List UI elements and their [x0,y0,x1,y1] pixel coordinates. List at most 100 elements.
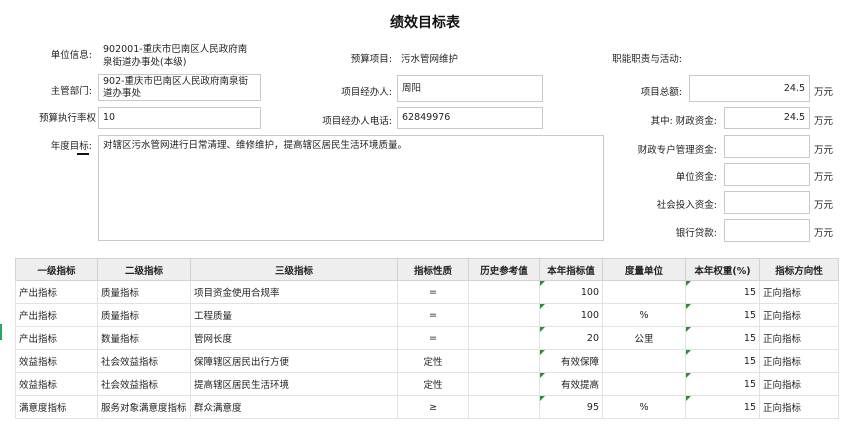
cell-weight[interactable]: 15 [685,372,760,396]
cell-nature[interactable]: ≥ [397,395,469,419]
cell-level1: 产出指标 [15,303,98,327]
cell-level3[interactable]: 工程质量 [190,303,398,327]
special-fund-field[interactable] [724,135,810,158]
cell-level3[interactable]: 管网长度 [190,326,398,350]
cell-weight[interactable]: 15 [685,395,760,419]
table-header-row: 一级指标 二级指标 三级指标 指标性质 历史参考值 本年指标值 度量单位 本年权… [15,258,839,281]
unit-fund-unit: 万元 [814,172,834,183]
header-unit: 度量单位 [602,258,686,281]
cell-level3[interactable]: 提高辖区居民生活环境 [190,372,398,396]
header-history: 历史参考值 [468,258,540,281]
cell-level1: 效益指标 [15,372,98,396]
cell-level2: 服务对象满意度指标 [97,395,191,419]
cell-weight[interactable]: 15 [685,349,760,373]
manager-label: 项目经办人: [341,87,392,98]
cell-direction[interactable]: 正向指标 [759,395,839,419]
dept-field[interactable]: 902-重庆市巴南区人民政府南泉街道办事处 [98,74,261,101]
cell-direction[interactable]: 正向指标 [759,303,839,327]
total-label: 项目总额: [640,87,682,98]
social-fund-label: 社会投入资金: [656,200,717,211]
table-row: 效益指标 社会效益指标 提高辖区居民生活环境 定性 有效提高 15 正向指标 [15,372,839,396]
cell-history[interactable] [468,349,540,373]
table-row: 效益指标 社会效益指标 保障辖区居民出行方便 定性 有效保障 15 正向指标 [15,349,839,373]
cell-level1: 产出指标 [15,326,98,350]
phone-field[interactable]: 62849976 [397,107,543,129]
header-level1: 一级指标 [15,258,98,281]
cell-target[interactable]: 100 [539,280,603,304]
cell-unit[interactable] [602,372,686,396]
cell-unit[interactable]: % [602,303,686,327]
cell-level1: 满意度指标 [15,395,98,419]
cell-unit[interactable] [602,349,686,373]
cell-nature[interactable]: = [397,326,469,350]
cell-level1: 效益指标 [15,349,98,373]
table-row: 产出指标 质量指标 项目资金使用合规率 = 100 15 正向指标 [15,280,839,304]
cell-level2: 质量指标 [97,280,191,304]
project-value: 污水管网维护 [401,54,459,65]
cell-unit[interactable]: 公里 [602,326,686,350]
table-row: 产出指标 数量指标 管网长度 = 20 公里 15 正向指标 [15,326,839,350]
cell-unit[interactable]: % [602,395,686,419]
cell-nature[interactable]: 定性 [397,349,469,373]
cell-target[interactable]: 有效提高 [539,372,603,396]
page-title: 绩效目标表 [390,15,460,31]
text-cursor-mark [77,153,89,155]
cell-nature[interactable]: = [397,280,469,304]
table-row: 满意度指标 服务对象满意度指标 群众满意度 ≥ 95 % 15 正向指标 [15,395,839,419]
unit-fund-field[interactable] [724,163,810,186]
budget-rate-label: 预算执行率权 [38,113,96,124]
cell-level3[interactable]: 项目资金使用合规率 [190,280,398,304]
unit-fund-label: 单位资金: [675,172,717,183]
total-amount-field[interactable]: 24.5 [689,75,810,102]
cell-target[interactable]: 有效保障 [539,349,603,373]
dept-label: 主管部门: [50,86,92,97]
bank-loan-label: 银行贷款: [675,228,717,239]
indicator-table: 一级指标 二级指标 三级指标 指标性质 历史参考值 本年指标值 度量单位 本年权… [15,258,839,419]
fiscal-fund-field[interactable]: 24.5 [724,107,810,129]
social-fund-field[interactable] [724,191,810,214]
cell-target[interactable]: 100 [539,303,603,327]
header-target: 本年指标值 [539,258,603,281]
cell-direction[interactable]: 正向指标 [759,349,839,373]
fiscal-unit: 万元 [814,116,834,127]
header-weight: 本年权重(%) [685,258,760,281]
cell-history[interactable] [468,395,540,419]
cell-weight[interactable]: 15 [685,280,760,304]
cell-weight[interactable]: 15 [685,326,760,350]
header-level2: 二级指标 [97,258,191,281]
budget-rate-field[interactable]: 10 [98,107,261,129]
manager-field[interactable]: 周阳 [397,75,543,102]
cell-unit[interactable] [602,280,686,304]
cell-level2: 社会效益指标 [97,349,191,373]
special-fund-label: 财政专户管理资金: [637,145,717,156]
phone-label: 项目经办人电话: [322,116,392,127]
cell-level3[interactable]: 群众满意度 [190,395,398,419]
cell-history[interactable] [468,303,540,327]
cell-direction[interactable]: 正向指标 [759,326,839,350]
unit-info-field[interactable]: 902001-重庆市巴南区人民政府南泉街道办事处(本级) [98,42,261,71]
bank-loan-unit: 万元 [814,228,834,239]
cell-target[interactable]: 20 [539,326,603,350]
annual-goal-label: 年度目标: [50,141,92,152]
cell-nature[interactable]: = [397,303,469,327]
project-label: 预算项目: [350,54,392,65]
special-unit: 万元 [814,145,834,156]
cell-level3[interactable]: 保障辖区居民出行方便 [190,349,398,373]
cell-history[interactable] [468,372,540,396]
cell-nature[interactable]: 定性 [397,372,469,396]
table-row: 产出指标 质量指标 工程质量 = 100 % 15 正向指标 [15,303,839,327]
cell-level2: 质量指标 [97,303,191,327]
cell-level2: 社会效益指标 [97,372,191,396]
cell-history[interactable] [468,326,540,350]
cell-level1: 产出指标 [15,280,98,304]
annual-goal-textarea[interactable]: 对辖区污水管网进行日常清理、维修维护，提高辖区居民生活环境质量。 [98,135,604,241]
cell-history[interactable] [468,280,540,304]
bank-loan-field[interactable] [724,219,810,242]
cell-direction[interactable]: 正向指标 [759,280,839,304]
duty-label: 职能职责与活动: [612,54,682,65]
cell-direction[interactable]: 正向指标 [759,372,839,396]
social-unit: 万元 [814,200,834,211]
cell-weight[interactable]: 15 [685,303,760,327]
cell-target[interactable]: 95 [539,395,603,419]
unit-info-label: 单位信息: [50,50,92,61]
